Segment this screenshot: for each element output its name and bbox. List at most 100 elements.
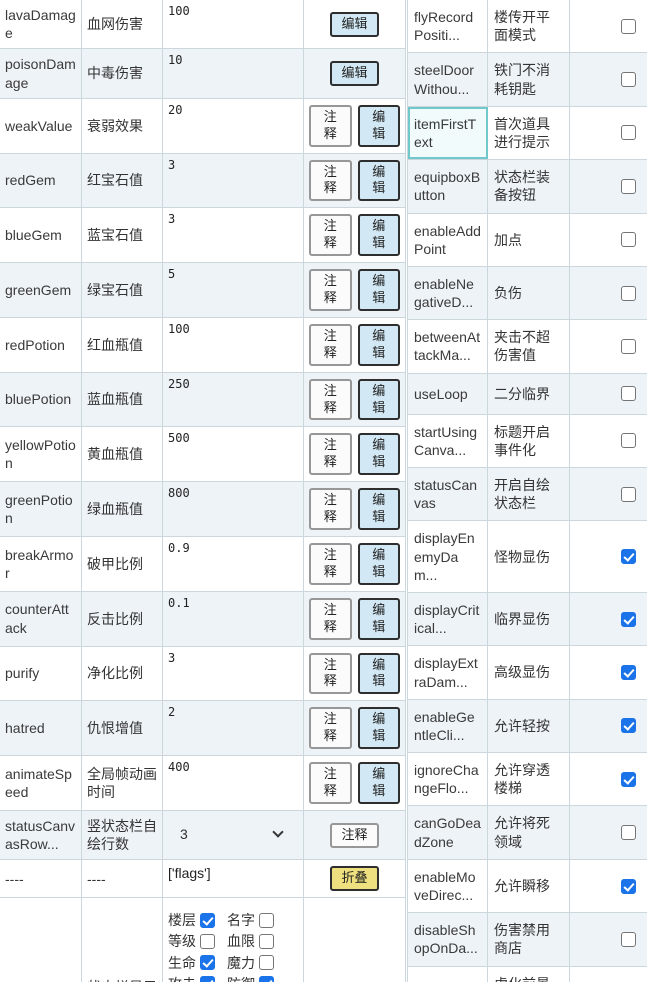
config-value-cell[interactable]: 400	[163, 756, 304, 810]
config-value-cell[interactable]: 500	[163, 427, 304, 481]
collapse-button[interactable]: 折叠	[330, 866, 378, 891]
equipboxButton-checkbox[interactable]	[621, 179, 636, 194]
edit-button[interactable]: 编辑	[330, 61, 378, 86]
config-value-cell[interactable]: 10	[163, 49, 304, 97]
config-value-cell[interactable]: 100	[163, 318, 304, 372]
edit-button[interactable]: 编辑	[358, 160, 401, 202]
edit-button[interactable]: 编辑	[358, 324, 401, 366]
config-value-cell[interactable]: 20	[163, 99, 304, 153]
comment-button[interactable]: 注释	[309, 762, 352, 804]
config-key[interactable]: blurFg	[408, 967, 488, 982]
config-key[interactable]: hatred	[0, 701, 82, 755]
statusCanvas-checkbox[interactable]	[621, 487, 636, 502]
comment-button[interactable]: 注释	[309, 269, 352, 311]
config-key[interactable]: betweenAttackMa...	[408, 320, 488, 372]
enableGentleCli...-checkbox[interactable]	[621, 718, 636, 733]
config-key[interactable]: ----	[0, 860, 82, 897]
config-key[interactable]: bluePotion	[0, 373, 82, 427]
ignoreChangeFlo...-checkbox[interactable]	[621, 772, 636, 787]
comment-button[interactable]: 注释	[309, 543, 352, 585]
config-key[interactable]: purify	[0, 647, 82, 701]
config-key[interactable]: itemFirstText	[408, 107, 488, 159]
config-key[interactable]: flyRecordPositi...	[408, 0, 488, 52]
config-key[interactable]: displayExtraDam...	[408, 646, 488, 698]
flyRecordPositi...-checkbox[interactable]	[621, 19, 636, 34]
enableMoveDirec...-checkbox[interactable]	[621, 879, 636, 894]
edit-button[interactable]: 编辑	[358, 653, 401, 695]
statusbar-option-攻击-checkbox[interactable]	[200, 976, 215, 982]
edit-button[interactable]: 编辑	[358, 269, 401, 311]
config-key[interactable]: breakArmor	[0, 537, 82, 591]
config-key[interactable]: enableMoveDirec...	[408, 860, 488, 912]
displayExtraDam...-checkbox[interactable]	[621, 665, 636, 680]
edit-button[interactable]: 编辑	[358, 543, 401, 585]
config-value-cell[interactable]: 3	[163, 154, 304, 208]
config-key[interactable]: disableShopOnDa...	[408, 913, 488, 965]
comment-button[interactable]: 注释	[309, 707, 352, 749]
statusbar-option-楼层-checkbox[interactable]	[200, 913, 215, 928]
config-key[interactable]: greenGem	[0, 263, 82, 317]
config-key[interactable]: canGoDeadZone	[408, 806, 488, 858]
config-value-cell[interactable]: ['flags']	[163, 860, 304, 897]
comment-button[interactable]: 注释	[309, 214, 352, 256]
config-value-cell[interactable]: 3	[163, 208, 304, 262]
config-key[interactable]: startUsingCanva...	[408, 415, 488, 467]
config-value-cell[interactable]: 3	[163, 811, 304, 859]
steelDoorWithou...-checkbox[interactable]	[621, 72, 636, 87]
config-value-cell[interactable]: 0.1	[163, 592, 304, 646]
enableAddPoint-checkbox[interactable]	[621, 232, 636, 247]
config-key[interactable]: animateSpeed	[0, 756, 82, 810]
displayEnemyDam...-checkbox[interactable]	[621, 549, 636, 564]
comment-button[interactable]: 注释	[309, 324, 352, 366]
canGoDeadZone-checkbox[interactable]	[621, 825, 636, 840]
config-value-cell[interactable]: 5	[163, 263, 304, 317]
config-key[interactable]: redPotion	[0, 318, 82, 372]
config-key[interactable]: enableNegativeD...	[408, 267, 488, 319]
edit-button[interactable]: 编辑	[358, 598, 401, 640]
config-key[interactable]: poisonDamage	[0, 49, 82, 97]
edit-button[interactable]: 编辑	[358, 214, 401, 256]
comment-button[interactable]: 注释	[309, 653, 352, 695]
config-key[interactable]: counterAttack	[0, 592, 82, 646]
config-key[interactable]: yellowPotion	[0, 427, 82, 481]
config-value-cell[interactable]: 2	[163, 701, 304, 755]
statusbar-option-名字-checkbox[interactable]	[259, 913, 274, 928]
comment-button[interactable]: 注释	[309, 379, 352, 421]
enableNegativeD...-checkbox[interactable]	[621, 286, 636, 301]
config-value-cell[interactable]: 800	[163, 482, 304, 536]
config-key[interactable]: equipboxButton	[408, 160, 488, 212]
edit-button[interactable]: 编辑	[358, 105, 401, 147]
config-key[interactable]: statusCanvas	[408, 468, 488, 520]
config-value-cell[interactable]: 100	[163, 0, 304, 48]
edit-button[interactable]: 编辑	[358, 762, 401, 804]
config-value-cell[interactable]: 250	[163, 373, 304, 427]
statusbar-option-血限-checkbox[interactable]	[259, 934, 274, 949]
edit-button[interactable]: 编辑	[358, 488, 401, 530]
config-key[interactable]: statusCanvasRow...	[0, 811, 82, 859]
config-value-cell[interactable]: 0.9	[163, 537, 304, 591]
edit-button[interactable]: 编辑	[358, 707, 401, 749]
comment-button[interactable]: 注释	[309, 488, 352, 530]
comment-button[interactable]: 注释	[309, 160, 352, 202]
config-key[interactable]: useLoop	[408, 374, 488, 414]
edit-button[interactable]: 编辑	[358, 379, 401, 421]
edit-button[interactable]: 编辑	[358, 433, 401, 475]
displayCritical...-checkbox[interactable]	[621, 612, 636, 627]
config-key[interactable]: enableGentleCli...	[408, 700, 488, 752]
config-key[interactable]: displayCritical...	[408, 593, 488, 645]
config-key[interactable]: ignoreChangeFlo...	[408, 753, 488, 805]
config-key[interactable]: displayEnemyDam...	[408, 521, 488, 592]
betweenAttackMa...-checkbox[interactable]	[621, 339, 636, 354]
startUsingCanva...-checkbox[interactable]	[621, 433, 636, 448]
comment-button[interactable]: 注释	[309, 598, 352, 640]
comment-button[interactable]: 注释	[309, 433, 352, 475]
edit-button[interactable]: 编辑	[330, 12, 378, 37]
config-key-statusBarItems[interactable]: statusBarItems	[0, 898, 82, 982]
config-key[interactable]: lavaDamage	[0, 0, 82, 48]
statusbar-option-等级-checkbox[interactable]	[200, 934, 215, 949]
useLoop-checkbox[interactable]	[621, 386, 636, 401]
statusbar-option-防御-checkbox[interactable]	[259, 976, 274, 982]
config-key[interactable]: blueGem	[0, 208, 82, 262]
row-count-select[interactable]: 3	[168, 823, 298, 845]
config-key[interactable]: steelDoorWithou...	[408, 53, 488, 105]
